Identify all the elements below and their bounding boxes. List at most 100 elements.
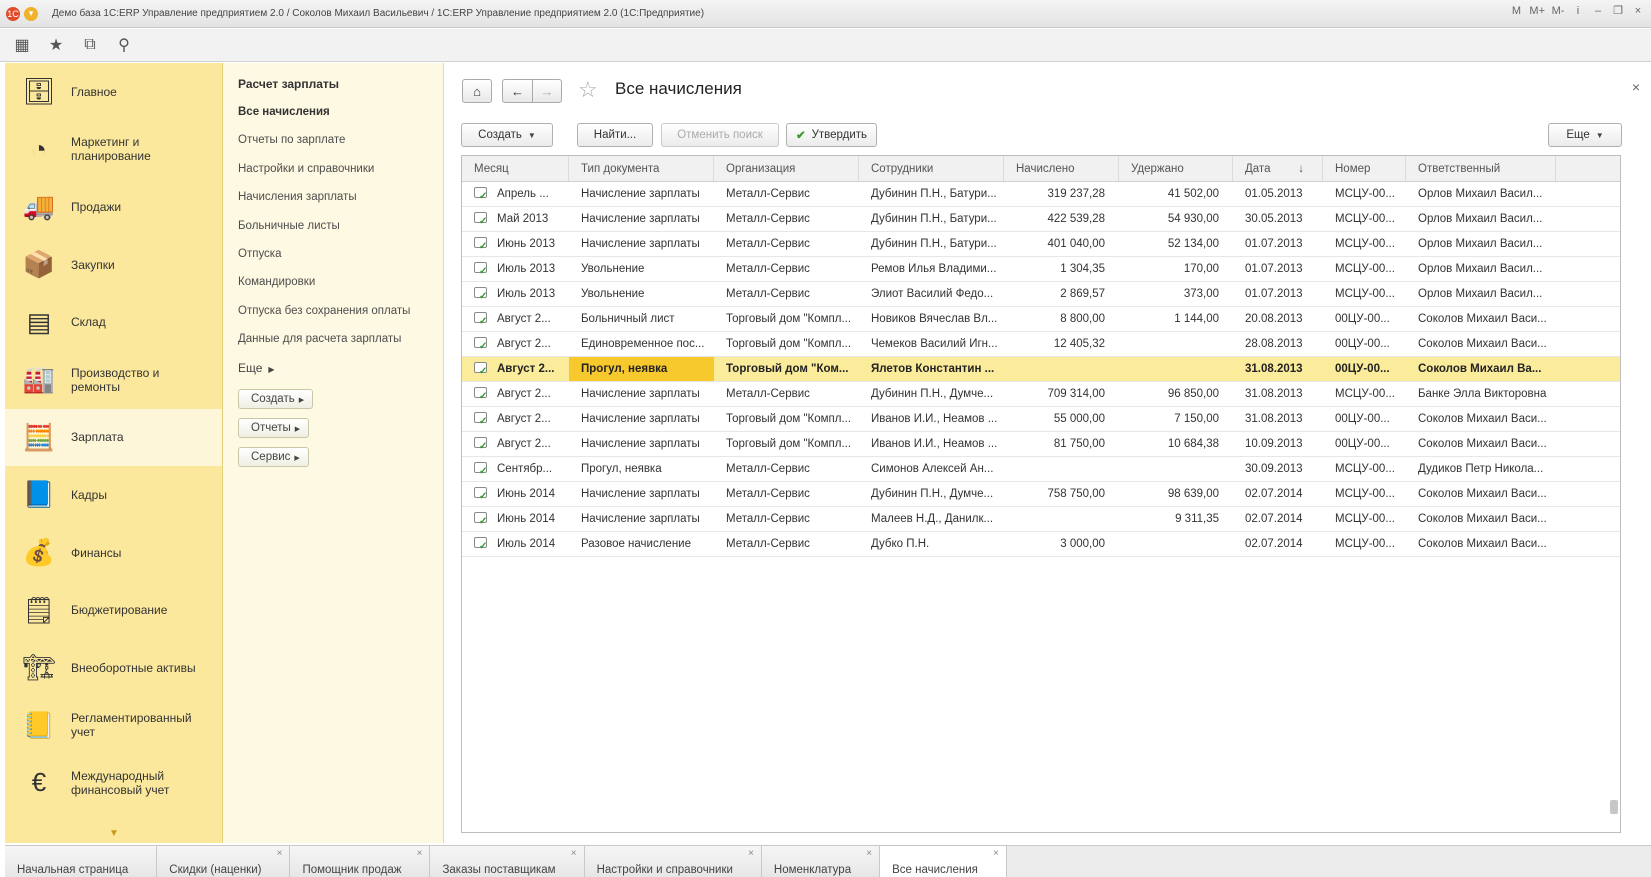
column-header[interactable]: Удержано [1119, 156, 1233, 181]
table-row[interactable]: Июнь 2014 Начисление зарплаты Металл-Серви… [462, 482, 1620, 507]
subsection-link[interactable]: Начисления зарплаты [238, 190, 443, 218]
history-icon[interactable]: ⧉ [80, 36, 100, 54]
section-item[interactable]: ▤ Склад [5, 293, 222, 351]
column-header[interactable]: Номер [1323, 156, 1406, 181]
cancel-search-button[interactable]: Отменить поиск [661, 123, 779, 147]
table-row[interactable]: Август 2... Начисление зарплаты Торговый д… [462, 407, 1620, 432]
section-item[interactable]: 🗄 Главное [5, 63, 222, 121]
close-tab-icon[interactable]: × [417, 848, 423, 859]
forward-button[interactable]: → [532, 79, 562, 103]
section-item[interactable]: 🏭 Производство и ремонты [5, 351, 222, 409]
table-row[interactable]: Июль 2013 Увольнение Металл-Сервис Элиот Ва… [462, 282, 1620, 307]
window-title: Демо база 1С:ERP Управление предприятием… [52, 8, 705, 19]
close-tab-icon[interactable]: × [993, 848, 999, 859]
column-header[interactable]: Месяц [462, 156, 569, 181]
close-window-icon[interactable]: × [1631, 5, 1645, 17]
posted-document-icon [474, 310, 487, 331]
table-row[interactable]: Август 2... Начисление зарплаты Металл-Сер… [462, 382, 1620, 407]
table-row[interactable]: Август 2... Больничный лист Торговый дом "… [462, 307, 1620, 332]
table-row[interactable]: Август 2... Прогул, неявка Торговый дом "К… [462, 357, 1620, 382]
table-row[interactable]: Сентябр... Прогул, неявка Металл-Сервис Сим… [462, 457, 1620, 482]
column-header[interactable]: Сотрудники [859, 156, 1004, 181]
window-tab[interactable]: Номенклатура × [761, 846, 881, 877]
subsection-link[interactable]: Настройки и справочники [238, 162, 443, 190]
table-row[interactable]: Июнь 2014 Начисление зарплаты Металл-Серви… [462, 507, 1620, 532]
more-actions-button[interactable]: Еще ▼ [1548, 123, 1622, 147]
subsection-more-link[interactable]: Еще ▶ [238, 361, 443, 389]
table-cell: Начисление зарплаты [569, 382, 714, 406]
table-row[interactable]: Июль 2013 Увольнение Металл-Сервис Ремов Ил… [462, 257, 1620, 282]
subsection-link[interactable]: Отпуска без сохранения оплаты [238, 304, 443, 332]
find-button[interactable]: Найти... [577, 123, 653, 147]
maximize-icon[interactable]: ❐ [1611, 4, 1625, 17]
info-icon[interactable]: i [1571, 5, 1585, 17]
window-tab[interactable]: Скидки (наценки) × [157, 846, 291, 877]
memory-minus-icon[interactable]: M- [1551, 5, 1565, 17]
close-form-icon[interactable]: × [1632, 79, 1640, 95]
subsection-link[interactable]: Все начисления [238, 105, 443, 133]
subsection-link[interactable]: Данные для расчета зарплаты [238, 332, 443, 360]
column-header[interactable]: Дата ↓ [1233, 156, 1323, 181]
window-tab[interactable]: Настройки и справочники × [584, 846, 762, 877]
close-tab-icon[interactable]: × [571, 848, 577, 859]
approve-button[interactable]: ✔ Утвердить [786, 123, 877, 147]
section-item[interactable]: 🚚 Продажи [5, 178, 222, 236]
table-row[interactable]: Май 2013 Начисление зарплаты Металл-Сервис… [462, 207, 1620, 232]
add-favorite-star-icon[interactable]: ☆ [578, 77, 598, 103]
scrollbar-thumb[interactable] [1610, 800, 1618, 814]
table-row[interactable]: Июнь 2013 Начисление зарплаты Металл-Серви… [462, 232, 1620, 257]
subsection-menu-button[interactable]: Создать ▶ [238, 388, 314, 409]
close-tab-icon[interactable]: × [866, 848, 872, 859]
window-tab[interactable]: Заказы поставщикам × [430, 846, 585, 877]
subsection-link[interactable]: Командировки [238, 275, 443, 303]
subsection-link[interactable]: Отпуска [238, 247, 443, 275]
column-header[interactable]: Ответственный [1406, 156, 1556, 181]
favorites-star-icon[interactable]: ★ [46, 35, 66, 55]
table-cell-text: 31.08.2013 [1245, 363, 1303, 375]
table-row[interactable]: Апрель ... Начисление зарплаты Металл-Серв… [462, 182, 1620, 207]
subsection-link[interactable]: Отчеты по зарплате [238, 133, 443, 161]
section-item[interactable]: 🗒 Бюджетирование [5, 581, 222, 639]
close-tab-icon[interactable]: × [277, 848, 283, 859]
back-button[interactable]: ← [502, 79, 532, 103]
app-menu-icon[interactable]: ▾ [24, 6, 38, 21]
section-item[interactable]: 🏗 Внеоборотные активы [5, 639, 222, 697]
column-header[interactable]: Организация [714, 156, 859, 181]
table-cell-text: Орлов Михаил Васил... [1418, 188, 1543, 200]
section-item[interactable]: 📘 Кадры [5, 466, 222, 524]
subsection-menu-button[interactable]: Сервис ▶ [238, 446, 309, 467]
table-cell-text: 20.08.2013 [1245, 313, 1303, 325]
create-button[interactable]: Создать ▼ [461, 123, 553, 147]
sections-grid-icon[interactable]: ▦ [12, 35, 32, 55]
section-item[interactable]: 💰 Финансы [5, 524, 222, 582]
memory-plus-icon[interactable]: M+ [1529, 5, 1545, 17]
window-tab[interactable]: Начальная страница [5, 846, 158, 877]
section-item[interactable]: 📒 Регламентированный учет [5, 697, 222, 755]
subsection-menu-button[interactable]: Отчеты ▶ [238, 417, 310, 438]
window-tab[interactable]: Помощник продаж × [290, 846, 431, 877]
memory-icon[interactable]: M [1509, 5, 1523, 17]
table-cell: 96 850,00 [1119, 382, 1233, 406]
section-item[interactable]: 📦 Закупки [5, 236, 222, 294]
table-cell-text: МСЦУ-00... [1335, 513, 1395, 525]
column-header[interactable]: Начислено [1004, 156, 1119, 181]
table-row[interactable]: Август 2... Начисление зарплаты Торговый д… [462, 432, 1620, 457]
section-item[interactable]: 🧮 Зарплата [5, 408, 222, 467]
table-cell: 319 237,28 [1004, 182, 1119, 206]
table-row[interactable]: Август 2... Единовременное пос... Торговый… [462, 332, 1620, 357]
minimize-icon[interactable]: – [1591, 5, 1605, 17]
search-icon[interactable]: ⚲ [114, 35, 134, 55]
table-cell-text: 02.07.2014 [1245, 538, 1303, 550]
section-item[interactable]: € Международный финансовый учет [5, 754, 222, 812]
home-button[interactable]: ⌂ [462, 79, 492, 103]
close-tab-icon[interactable]: × [748, 848, 754, 859]
window-tab[interactable]: Все начисления × [880, 846, 1007, 877]
scroll-down-icon[interactable]: ▼ [109, 828, 119, 839]
column-header-label: Удержано [1131, 163, 1184, 175]
column-header[interactable]: Тип документа [569, 156, 714, 181]
subsection-link[interactable]: Больничные листы [238, 219, 443, 247]
table-cell-text: 2 869,57 [1060, 288, 1105, 300]
section-item[interactable]: ◔ Маркетинг и планирование [5, 121, 222, 179]
table-row[interactable]: Июль 2014 Разовое начисление Металл-Сервис… [462, 532, 1620, 557]
chevron-down-icon: ▼ [527, 130, 536, 140]
